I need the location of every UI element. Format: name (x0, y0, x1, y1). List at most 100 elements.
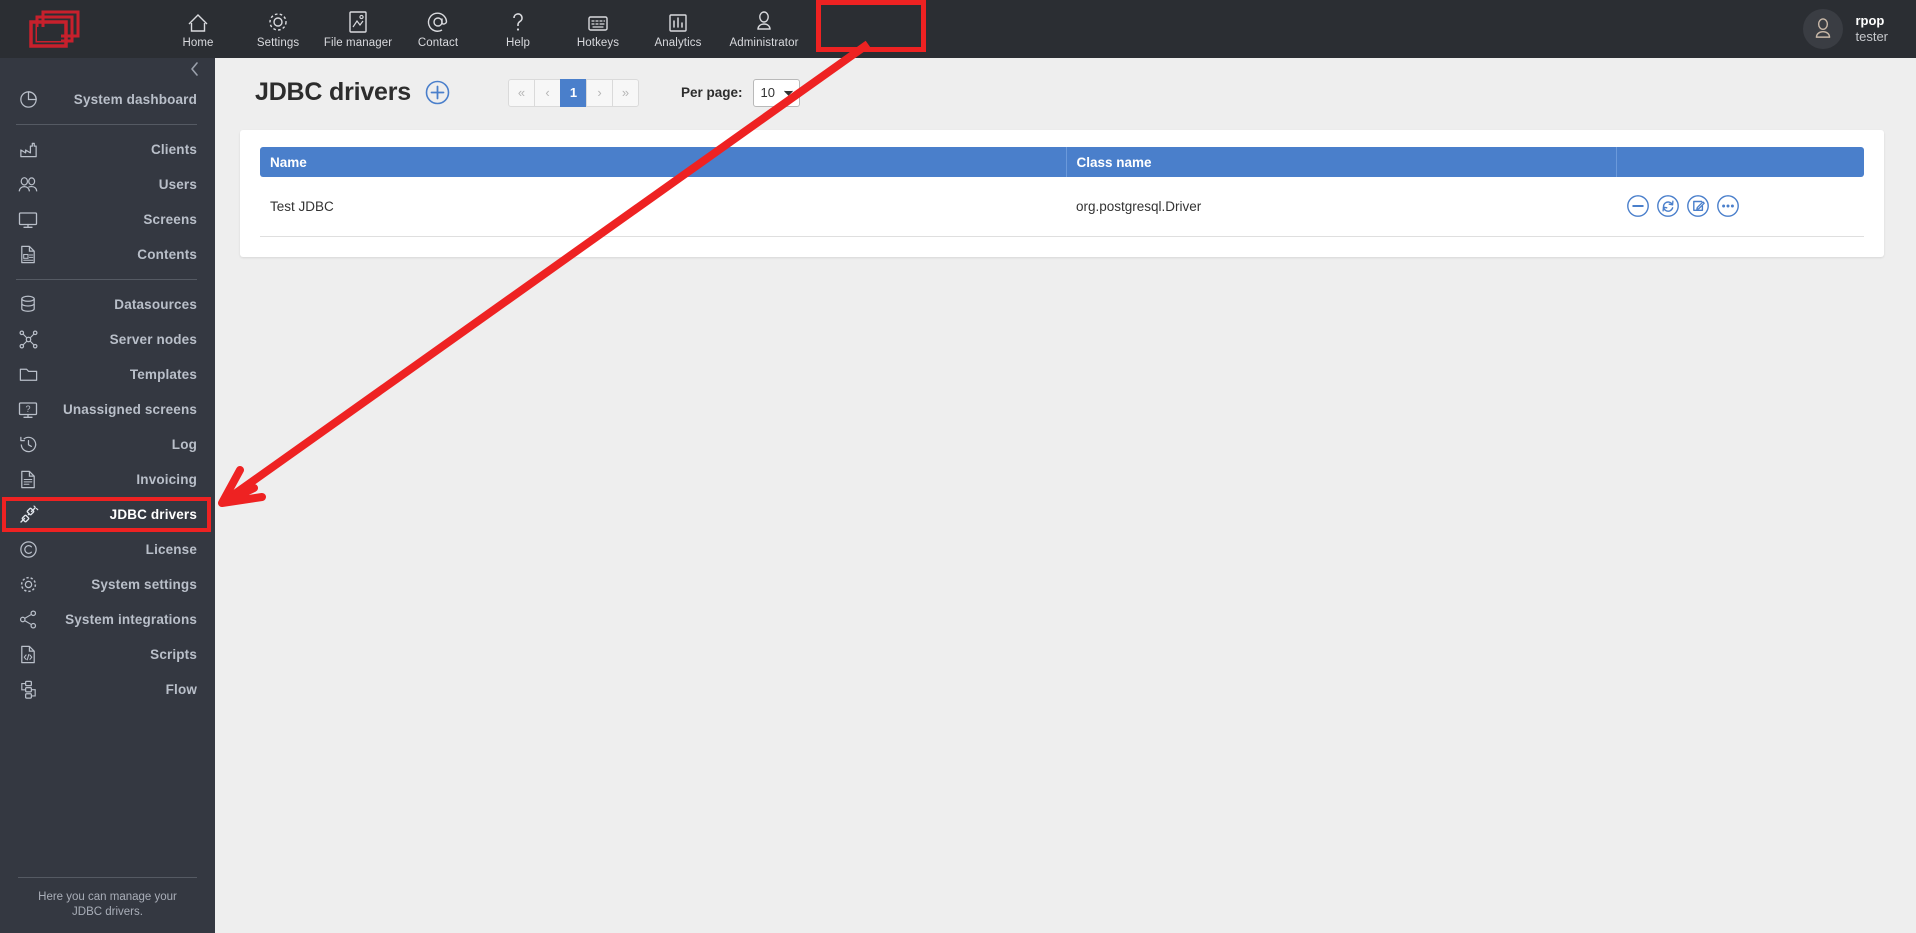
topnav-item-home[interactable]: Home (158, 0, 238, 58)
edit-pencil-icon[interactable] (1686, 194, 1710, 218)
pagination-page-1[interactable]: 1 (560, 78, 587, 107)
sidebar-divider (16, 124, 197, 125)
sidebar-item-label: System settings (91, 577, 197, 592)
per-page-value: 10 (760, 85, 775, 100)
pagination-last[interactable]: » (612, 78, 639, 107)
sidebar-item-label: Server nodes (109, 332, 197, 347)
monitor-icon (14, 210, 42, 230)
stacked-rectangles-logo (29, 10, 80, 48)
question-mark-icon (509, 10, 527, 34)
topnav-item-file-manager[interactable]: File manager (318, 0, 398, 58)
sidebar-item-screens[interactable]: Screens (0, 202, 215, 237)
topnav-item-help[interactable]: Help (478, 0, 558, 58)
share-nodes-icon (14, 609, 42, 630)
sidebar-item-jdbc-drivers[interactable]: JDBC drivers (0, 497, 215, 532)
sidebar-item-label: System integrations (65, 612, 197, 627)
pie-chart-icon (14, 89, 42, 110)
sidebar-item-system-integrations[interactable]: System integrations (0, 602, 215, 637)
table-header: Name Class name (260, 147, 1864, 177)
sidebar-item-label: Screens (143, 212, 197, 227)
topnav-label: Hotkeys (576, 36, 620, 49)
topnav-item-settings[interactable]: Settings (238, 0, 318, 58)
code-file-icon (14, 644, 42, 665)
chevron-left-icon[interactable] (185, 60, 203, 78)
flow-diagram-icon (14, 679, 42, 700)
pagination-first[interactable]: « (508, 78, 535, 107)
sidebar-item-flow[interactable]: Flow (0, 672, 215, 707)
history-clock-icon (14, 434, 42, 455)
column-header-actions (1616, 147, 1864, 177)
sidebar-footer: Here you can manage your JDBC drivers. (0, 876, 215, 921)
topnav-label: Analytics (654, 36, 702, 49)
per-page-label: Per page: (681, 85, 743, 100)
avatar (1803, 9, 1844, 49)
folder-icon (14, 365, 42, 384)
sidebar-hint-text: Here you can manage your JDBC drivers. (38, 890, 177, 919)
sidebar-item-server-nodes[interactable]: Server nodes (0, 322, 215, 357)
pagination-next[interactable]: › (586, 78, 613, 107)
page-title: JDBC drivers (255, 78, 411, 106)
topnav-item-administrator[interactable]: Administrator (718, 0, 810, 58)
caret-down-icon (783, 90, 793, 96)
table-body: Test JDBC org.postgresql.Driver (260, 177, 1864, 237)
minus-circle-icon[interactable] (1626, 194, 1650, 218)
sidebar-item-label: Unassigned screens (62, 402, 197, 417)
network-nodes-icon (14, 329, 42, 350)
svg-text:?: ? (25, 404, 30, 414)
add-driver-button[interactable] (425, 80, 450, 105)
cell-class-name: org.postgresql.Driver (1066, 177, 1616, 237)
monitor-question-icon: ? (14, 400, 42, 420)
sidebar-item-clients[interactable]: Clients (0, 132, 215, 167)
sidebar-item-datasources[interactable]: Datasources (0, 287, 215, 322)
sidebar-item-scripts[interactable]: Scripts (0, 637, 215, 672)
sidebar-item-invoicing[interactable]: Invoicing (0, 462, 215, 497)
plus-circle-icon (425, 80, 450, 105)
user-text: rpop tester (1855, 13, 1888, 46)
sidebar-item-templates[interactable]: Templates (0, 357, 215, 392)
sidebar-item-license[interactable]: License (0, 532, 215, 567)
column-header-class-name[interactable]: Class name (1066, 147, 1617, 177)
sidebar-item-label: Invoicing (136, 472, 197, 487)
pagination: « ‹ 1 › » (508, 78, 639, 107)
sidebar-item-label: Users (158, 177, 197, 192)
app-logo[interactable] (0, 0, 108, 58)
column-header-name[interactable]: Name (260, 147, 1067, 177)
at-sign-icon (426, 10, 450, 34)
table-row[interactable]: Test JDBC org.postgresql.Driver (260, 177, 1864, 237)
refresh-circle-icon[interactable] (1656, 194, 1680, 218)
sidebar-item-label: License (145, 542, 197, 557)
sidebar-divider (16, 279, 197, 280)
topnav-item-contact[interactable]: Contact (398, 0, 478, 58)
copyright-icon (14, 539, 42, 560)
topnav-item-hotkeys[interactable]: Hotkeys (558, 0, 638, 58)
top-bar: Home Settings File manager Contact Help (0, 0, 1916, 58)
drivers-card: Name Class name Test JDBC org.postgresql… (240, 130, 1884, 257)
sidebar-item-log[interactable]: Log (0, 427, 215, 462)
top-navigation: Home Settings File manager Contact Help (158, 0, 810, 58)
factory-icon (14, 140, 42, 160)
sidebar-item-label: Datasources (114, 297, 197, 312)
user-menu[interactable]: rpop tester (1803, 0, 1916, 58)
sidebar-divider (18, 876, 197, 878)
image-file-icon (347, 10, 369, 34)
topnav-label: Settings (256, 36, 300, 49)
sidebar-item-label: JDBC drivers (109, 507, 197, 522)
sidebar-item-label: Contents (137, 247, 197, 262)
per-page-select[interactable]: 10 (752, 78, 800, 107)
sidebar-item-contents[interactable]: Contents (0, 237, 215, 272)
more-dots-icon[interactable] (1716, 194, 1740, 218)
cell-name: Test JDBC (260, 177, 1066, 237)
pagination-prev[interactable]: ‹ (534, 78, 561, 107)
sidebar-item-users[interactable]: Users (0, 167, 215, 202)
document-content-icon (14, 244, 42, 265)
user-name: rpop (1855, 12, 1885, 28)
sidebar-item-unassigned-screens[interactable]: ? Unassigned screens (0, 392, 215, 427)
bar-chart-icon (667, 10, 689, 34)
topnav-item-analytics[interactable]: Analytics (638, 0, 718, 58)
main-content: JDBC drivers « ‹ 1 › » Per page: 10 Name… (215, 58, 1916, 933)
sidebar-item-system-dashboard[interactable]: System dashboard (0, 82, 215, 117)
sidebar-item-label: Flow (165, 682, 197, 697)
sidebar-item-system-settings[interactable]: System settings (0, 567, 215, 602)
sidebar-item-label: System dashboard (73, 92, 197, 107)
